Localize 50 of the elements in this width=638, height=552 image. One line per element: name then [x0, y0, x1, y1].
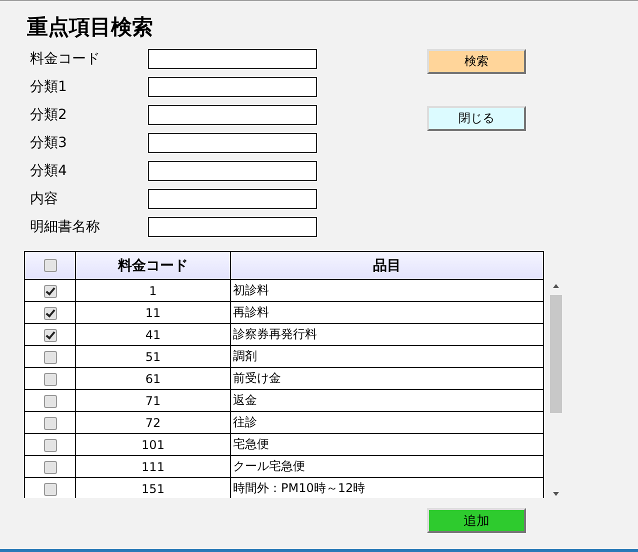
field-label: 分類4	[30, 162, 68, 180]
search-button[interactable]: 検索	[427, 49, 526, 74]
row-checkbox[interactable]	[44, 438, 56, 452]
table-cell: 時間外：PM10時～12時	[230, 478, 544, 498]
table-cell: 調剤	[230, 346, 544, 368]
select-all-checkbox[interactable]	[44, 259, 56, 272]
page-title: 重点項目検索	[27, 14, 154, 41]
row-checkbox[interactable]	[44, 416, 56, 430]
field-label: 分類3	[30, 134, 68, 152]
input-field[interactable]	[148, 161, 317, 181]
row-checkbox[interactable]	[44, 284, 56, 298]
table-cell: 往診	[230, 412, 544, 434]
field-label: 明細書名称	[30, 218, 101, 236]
input-field[interactable]	[148, 189, 317, 209]
row-checkbox[interactable]	[44, 460, 56, 474]
row-checkbox[interactable]	[44, 306, 56, 320]
input-field[interactable]	[148, 105, 317, 125]
table-cell: 診察券再発行料	[230, 324, 544, 346]
row-checkbox[interactable]	[44, 350, 56, 364]
table-cell: 41	[76, 324, 230, 346]
input-field[interactable]	[148, 49, 317, 69]
field-label: 分類1	[30, 78, 68, 96]
field-label: 内容	[30, 190, 59, 208]
table-cell: クール宅急便	[230, 456, 544, 478]
table-cell: 111	[76, 456, 230, 478]
row-checkbox[interactable]	[44, 328, 56, 342]
table-cell: 1	[76, 280, 230, 302]
add-button[interactable]: 追加	[427, 508, 526, 533]
table-cell: 71	[76, 390, 230, 412]
column-header: 品目	[230, 252, 544, 280]
table-cell: 再診料	[230, 302, 544, 324]
table-cell: 61	[76, 368, 230, 390]
table-cell: 初診料	[230, 280, 544, 302]
table-cell: 宅急便	[230, 434, 544, 456]
row-checkbox[interactable]	[44, 372, 56, 386]
input-field[interactable]	[148, 77, 317, 97]
table-cell: 前受け金	[230, 368, 544, 390]
column-header: 料金コード	[76, 252, 230, 280]
input-field[interactable]	[148, 133, 317, 153]
row-checkbox[interactable]	[44, 482, 56, 496]
table-cell: 72	[76, 412, 230, 434]
input-field[interactable]	[148, 217, 317, 237]
field-label: 分類2	[30, 106, 68, 124]
table-cell: 51	[76, 346, 230, 368]
row-checkbox[interactable]	[44, 394, 56, 408]
table-cell: 返金	[230, 390, 544, 412]
table-cell: 11	[76, 302, 230, 324]
table-cell: 101	[76, 434, 230, 456]
close-button[interactable]: 閉じる	[427, 106, 526, 131]
field-label: 料金コード	[30, 50, 101, 68]
